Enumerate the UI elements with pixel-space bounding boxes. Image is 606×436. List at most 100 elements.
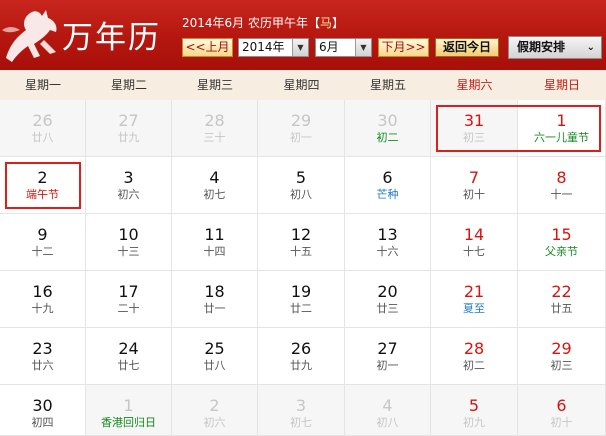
day-number: 19 [290,282,312,301]
lunar-or-festival-label: 初二 [376,131,399,144]
calendar-day-cell[interactable]: 26 廿九 [258,328,345,385]
calendar-day-cell[interactable]: 29 初三 [518,328,606,385]
year-dropdown-arrow-icon[interactable]: ▼ [292,39,308,56]
calendar-day-cell[interactable]: 2 初六 [172,385,258,436]
year-select[interactable]: 2014年 ▼ [238,38,309,57]
calendar-day-cell[interactable]: 8 十一 [518,157,606,214]
day-number: 4 [209,168,220,187]
calendar-day-cell[interactable]: 2 端午节 [0,157,86,214]
month-select[interactable]: 6月 ▼ [315,38,372,57]
calendar-day-cell[interactable]: 25 廿八 [172,328,258,385]
day-number: 1 [556,111,567,130]
lunar-or-festival-label: 初七 [290,416,312,429]
lunar-or-festival-label: 初二 [463,359,485,372]
calendar-day-cell[interactable]: 16 十九 [0,271,86,328]
lunar-or-festival-label: 廿五 [550,302,573,315]
calendar-day-cell[interactable]: 4 初八 [345,385,431,436]
day-number: 17 [118,282,139,301]
lunar-or-festival-label: 十四 [203,245,226,258]
day-number: 24 [118,339,139,358]
day-number: 28 [463,339,485,358]
day-number: 21 [463,282,485,301]
date-text: 2014年6月 农历甲午年【 [182,16,320,30]
calendar-day-cell[interactable]: 20 廿三 [345,271,431,328]
lunar-or-festival-label: 初十 [550,416,573,429]
lunar-or-festival-label: 二十 [117,302,140,315]
calendar-day-cell[interactable]: 5 初九 [431,385,518,436]
calendar-day-cell[interactable]: 28 初二 [431,328,518,385]
calendar-day-cell[interactable]: 6 芒种 [345,157,431,214]
prev-month-button[interactable]: <<上月 [182,38,233,57]
calendar-day-cell[interactable]: 15 父亲节 [518,214,606,271]
lunar-or-festival-label: 初六 [203,416,226,429]
lunar-or-festival-label: 初一 [290,131,312,144]
day-number: 2 [209,396,220,415]
calendar-day-cell[interactable]: 27 廿九 [86,100,172,157]
calendar-day-cell[interactable]: 4 初七 [172,157,258,214]
weekday-label: 星期日 [543,78,580,92]
calendar-day-cell[interactable]: 11 十四 [172,214,258,271]
lunar-or-festival-label: 初六 [117,188,140,201]
holiday-schedule-label: 假期安排 [517,40,566,54]
calendar-day-cell[interactable]: 30 初二 [345,100,431,157]
month-dropdown-arrow-icon[interactable]: ▼ [355,39,371,56]
lunar-or-festival-label: 廿八 [31,131,54,144]
calendar-day-cell[interactable]: 5 初八 [258,157,345,214]
day-number: 8 [556,168,567,187]
calendar-day-cell[interactable]: 7 初十 [431,157,518,214]
lunar-or-festival-label: 廿三 [376,302,399,315]
day-number: 22 [551,282,572,301]
lunar-or-festival-label: 六一儿童节 [534,131,589,144]
calendar-day-cell[interactable]: 13 十六 [345,214,431,271]
calendar-day-cell[interactable]: 3 初七 [258,385,345,436]
day-number: 6 [556,396,567,415]
calendar-day-cell[interactable]: 22 廿五 [518,271,606,328]
lunar-or-festival-label: 初九 [463,416,485,429]
calendar-day-cell[interactable]: 12 十五 [258,214,345,271]
day-number: 12 [290,225,312,244]
day-number: 3 [295,396,307,415]
calendar-day-cell[interactable]: 26 廿八 [0,100,86,157]
next-month-button[interactable]: 下月>> [378,38,429,57]
lunar-or-festival-label: 廿一 [203,302,226,315]
holiday-schedule-dropdown[interactable]: 假期安排 ⌄ [508,36,602,59]
day-number: 15 [551,225,572,244]
day-number: 20 [377,282,398,301]
lunar-or-festival-label: 廿六 [31,359,54,372]
lunar-or-festival-label: 夏至 [463,302,485,315]
lunar-or-festival-label: 初八 [290,188,312,201]
calendar-day-cell[interactable]: 24 廿七 [86,328,172,385]
lunar-or-festival-label: 初四 [31,416,54,429]
calendar-day-cell[interactable]: 18 廿一 [172,271,258,328]
calendar-day-cell[interactable]: 31 初三 [431,100,518,157]
calendar-day-cell[interactable]: 1 香港回归日 [86,385,172,436]
lunar-or-festival-label: 廿二 [290,302,312,315]
calendar-day-cell[interactable]: 27 初一 [345,328,431,385]
calendar-day-cell[interactable]: 17 二十 [86,271,172,328]
calendar-day-cell[interactable]: 30 初四 [0,385,86,436]
calendar-day-cell[interactable]: 28 三十 [172,100,258,157]
calendar-day-cell[interactable]: 14 十七 [431,214,518,271]
calendar-day-cell[interactable]: 6 初十 [518,385,606,436]
calendar-day-cell[interactable]: 29 初一 [258,100,345,157]
weekday-label: 星期六 [456,78,493,92]
lunar-or-festival-label: 香港回归日 [101,416,156,429]
day-number: 4 [382,396,393,415]
calendar-day-cell[interactable]: 1 六一儿童节 [518,100,606,157]
calendar-day-cell[interactable]: 19 廿二 [258,271,345,328]
calendar-day-cell[interactable]: 23 廿六 [0,328,86,385]
back-to-today-button[interactable]: 返回今日 [435,38,499,57]
lunar-or-festival-label: 十七 [463,245,485,258]
day-number: 30 [32,396,53,415]
calendar-day-cell[interactable]: 3 初六 [86,157,172,214]
lunar-or-festival-label: 端午节 [26,188,59,201]
calendar-day-cell[interactable]: 9 十二 [0,214,86,271]
calendar-day-cell[interactable]: 21 夏至 [431,271,518,328]
month-select-value: 6月 [319,40,339,54]
lunar-or-festival-label: 廿八 [203,359,226,372]
day-number: 1 [123,396,134,415]
year-select-value: 2014年 [242,40,285,54]
day-number: 25 [204,339,225,358]
calendar-day-cell[interactable]: 10 十三 [86,214,172,271]
weekday-label: 星期四 [283,78,320,92]
